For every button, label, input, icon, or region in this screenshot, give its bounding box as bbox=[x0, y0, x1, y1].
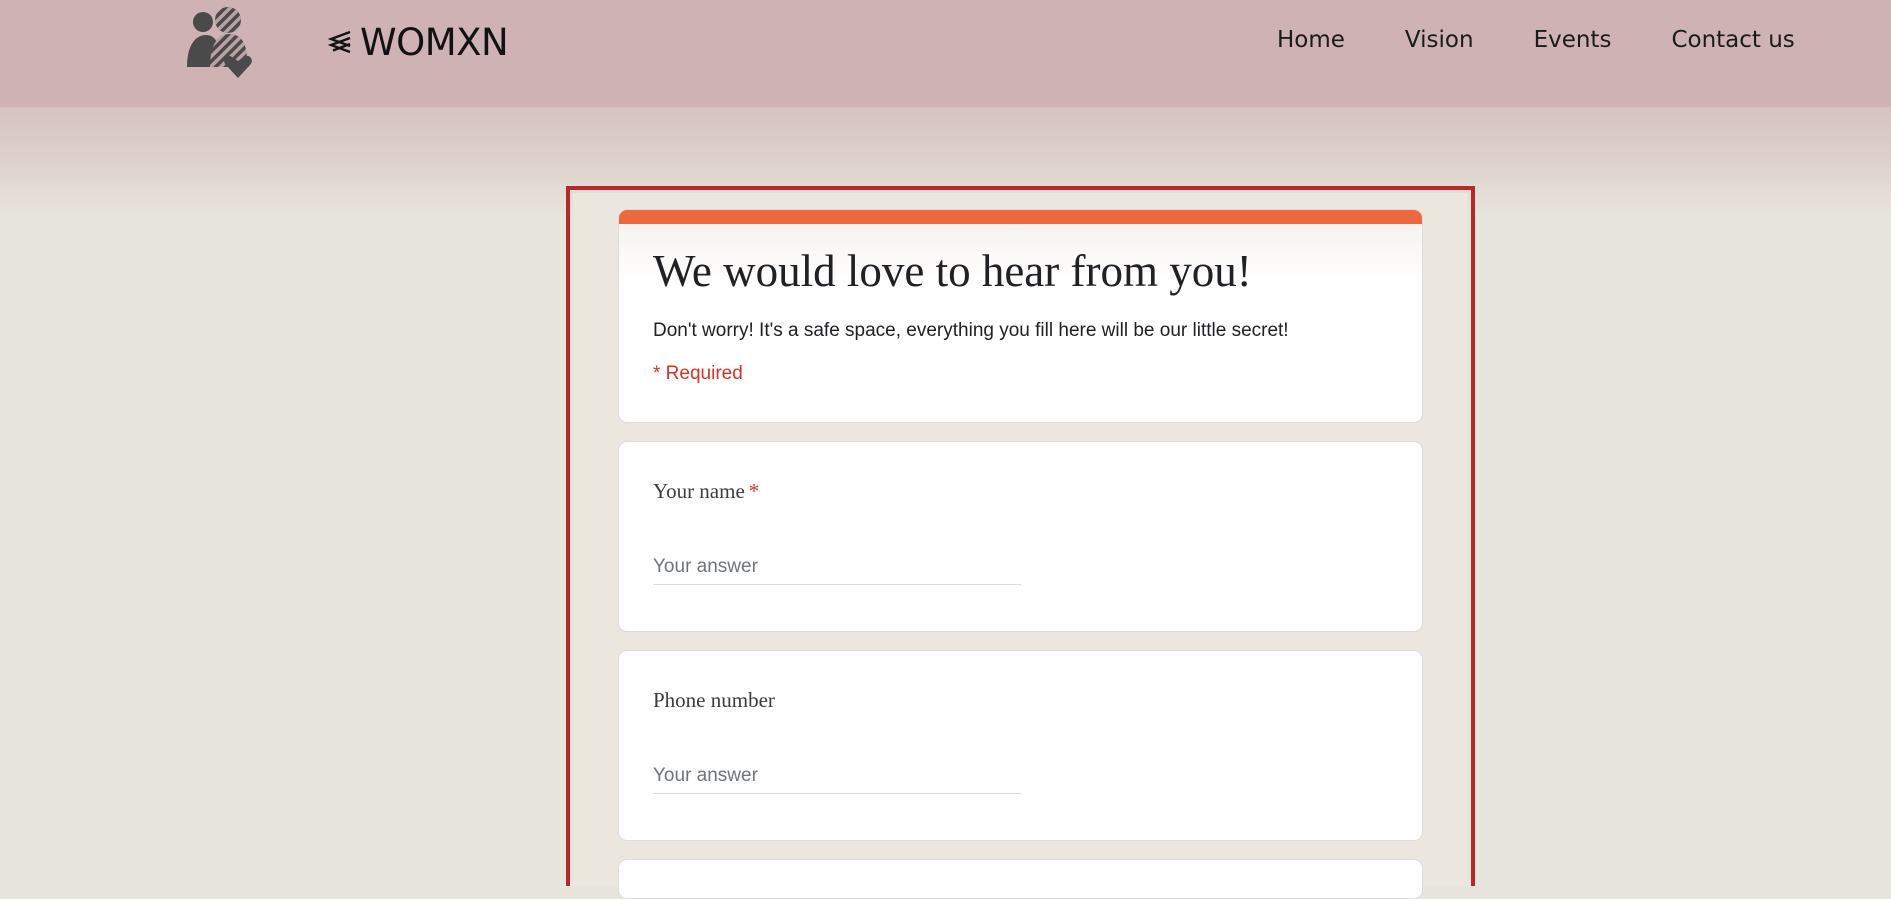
phone-answer-input[interactable] bbox=[653, 759, 1021, 794]
brand[interactable]: WOMXN bbox=[328, 18, 509, 66]
form-header-card: We would love to hear from you! Don't wo… bbox=[618, 209, 1423, 423]
chevron-stack-icon bbox=[328, 30, 351, 54]
name-answer-input[interactable] bbox=[653, 550, 1021, 585]
form-title: We would love to hear from you! bbox=[653, 246, 1252, 296]
main-nav: Home Vision Events Contact us bbox=[1277, 22, 1795, 58]
required-note: * Required bbox=[653, 363, 743, 384]
question-label-text: Your name bbox=[653, 479, 745, 503]
nav-link-home[interactable]: Home bbox=[1277, 22, 1345, 58]
nav-link-events[interactable]: Events bbox=[1534, 22, 1612, 58]
nav-link-vision[interactable]: Vision bbox=[1405, 22, 1474, 58]
nav-link-contact-us[interactable]: Contact us bbox=[1671, 22, 1794, 58]
form-description: Don't worry! It's a safe space, everythi… bbox=[653, 320, 1289, 341]
form-accent-band bbox=[619, 210, 1422, 224]
question-card-phone: Phone number bbox=[618, 650, 1423, 841]
required-asterisk: * bbox=[748, 479, 760, 503]
women-heart-logo-icon[interactable] bbox=[183, 3, 259, 79]
question-label-name: Your name * bbox=[653, 479, 759, 504]
site-header: WOMXN Home Vision Events Contact us bbox=[0, 0, 1891, 107]
question-label-phone: Phone number bbox=[653, 688, 775, 712]
question-card-name: Your name * bbox=[618, 441, 1423, 632]
question-card-next bbox=[618, 859, 1423, 899]
brand-name: WOMXN bbox=[360, 20, 509, 64]
